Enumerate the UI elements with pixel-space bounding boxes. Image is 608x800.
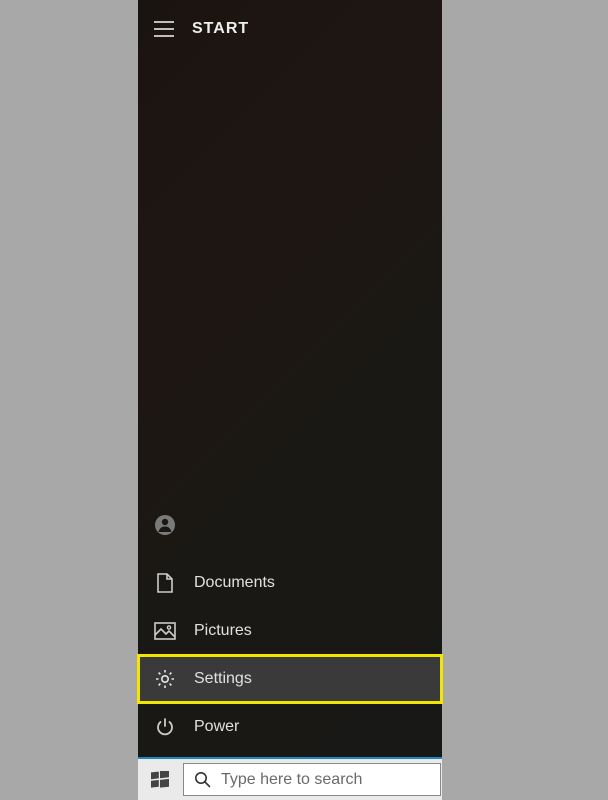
user-icon xyxy=(154,514,176,536)
gear-icon xyxy=(154,668,176,690)
power-button[interactable]: Power xyxy=(138,703,442,751)
taskbar xyxy=(138,757,442,800)
search-icon xyxy=(194,771,211,788)
taskbar-search-box[interactable] xyxy=(183,763,441,796)
windows-start-button[interactable] xyxy=(138,759,182,800)
documents-button[interactable]: Documents xyxy=(138,559,442,607)
pictures-label: Pictures xyxy=(194,622,252,640)
user-account-button[interactable] xyxy=(138,501,442,549)
pictures-icon xyxy=(154,620,176,642)
start-menu-panel: START Documents xyxy=(138,0,442,757)
power-label: Power xyxy=(194,718,239,736)
start-spacer xyxy=(138,58,442,501)
settings-label: Settings xyxy=(194,670,252,688)
document-icon xyxy=(154,572,176,594)
settings-button[interactable]: Settings xyxy=(138,655,442,703)
start-header: START xyxy=(138,0,442,58)
start-title: START xyxy=(192,20,249,38)
hamburger-icon[interactable] xyxy=(154,21,174,37)
power-icon xyxy=(154,716,176,738)
start-menu-list: Documents Pictures Se xyxy=(138,501,442,757)
windows-logo-icon xyxy=(151,771,169,789)
search-input[interactable] xyxy=(221,764,430,795)
documents-label: Documents xyxy=(194,574,275,592)
pictures-button[interactable]: Pictures xyxy=(138,607,442,655)
